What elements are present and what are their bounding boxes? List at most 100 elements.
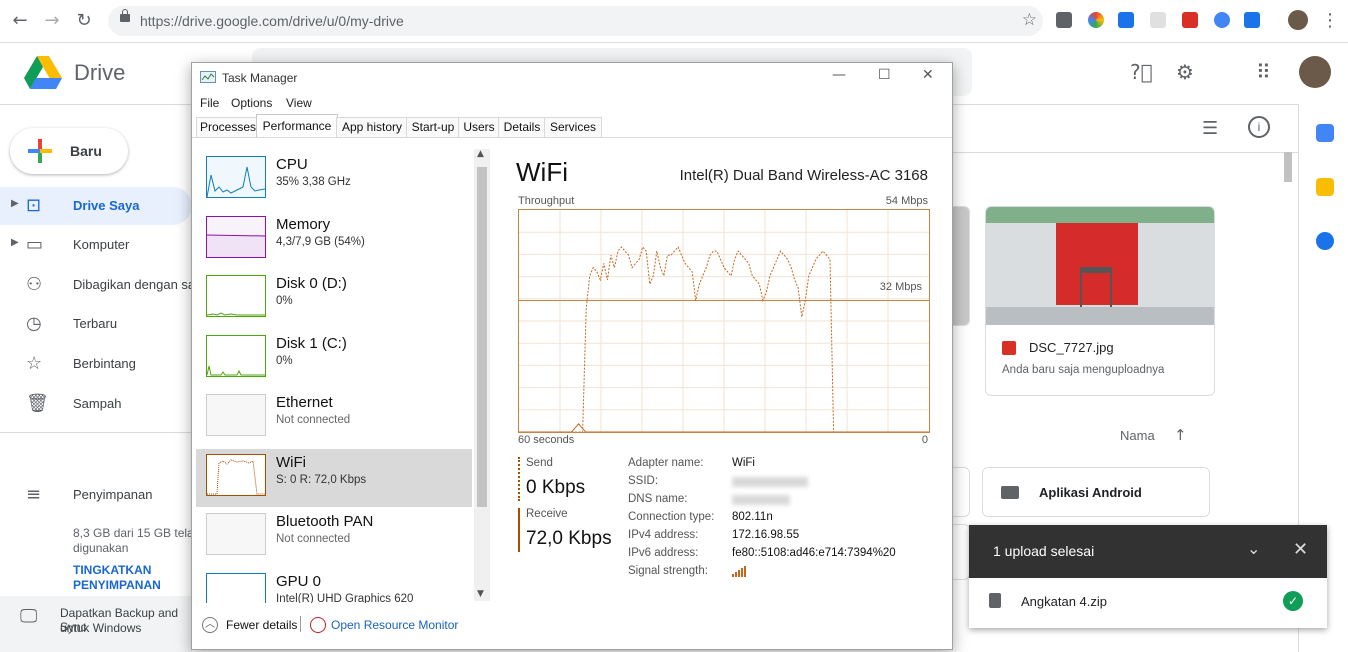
- tab-details[interactable]: Details: [498, 117, 546, 137]
- graph-time-label: 60 seconds: [518, 434, 575, 446]
- resource-ethernet[interactable]: Ethernet Not connected: [196, 389, 472, 447]
- keep-icon[interactable]: [1316, 178, 1334, 196]
- menu-file[interactable]: File: [200, 96, 219, 110]
- info-icon[interactable]: i: [1248, 116, 1270, 138]
- list-view-icon[interactable]: ☰: [1202, 118, 1218, 139]
- menu-options[interactable]: Options: [231, 96, 272, 110]
- resource-bluetooth[interactable]: Bluetooth PAN Not connected: [196, 508, 472, 566]
- gear-icon[interactable]: ⚙: [1176, 60, 1194, 84]
- nav-item-starred[interactable]: ☆ Berbintang: [0, 345, 192, 383]
- resource-name: Memory: [276, 216, 331, 233]
- profile-avatar[interactable]: [1288, 10, 1308, 30]
- scroll-up-icon[interactable]: ▲: [477, 149, 484, 159]
- upgrade-storage-link[interactable]: TINGKATKAN: [73, 563, 151, 577]
- backup-promo[interactable]: 🖵 Dapatkan Backup and Sync untuk Windows: [0, 596, 192, 652]
- nav-item-computers[interactable]: ▶ ▭ Komputer: [0, 226, 192, 264]
- resource-wifi[interactable]: WiFi S: 0 R: 72,0 Kbps: [196, 449, 472, 507]
- resource-list-scrollbar[interactable]: ▲ ▼: [474, 149, 490, 601]
- avatar[interactable]: [1299, 56, 1331, 88]
- shared-people-icon: ⚇: [26, 274, 43, 295]
- extension-icon[interactable]: [1088, 12, 1104, 28]
- resource-value: Not connected: [276, 414, 351, 426]
- sort-arrow-up-icon[interactable]: ↑: [1174, 426, 1187, 444]
- address-bar[interactable]: https://drive.google.com/drive/u/0/my-dr…: [108, 6, 1043, 36]
- tab-users[interactable]: Users: [458, 117, 500, 137]
- send-marker: [518, 457, 520, 501]
- resource-value: S: 0 R: 72,0 Kbps: [276, 474, 367, 486]
- chevron-up-icon[interactable]: ︿: [202, 617, 218, 633]
- resource-name: WiFi: [276, 454, 306, 471]
- extension-icon[interactable]: [1150, 12, 1166, 28]
- nav-item-trash[interactable]: 🗑 Sampah: [0, 385, 192, 423]
- minimize-icon[interactable]: —: [832, 67, 846, 83]
- help-icon[interactable]: ?⃝: [1130, 60, 1153, 84]
- resource-cpu[interactable]: CPU 35% 3,38 GHz: [196, 151, 472, 209]
- folder-icon: [1001, 486, 1019, 499]
- scroll-thumb[interactable]: [477, 167, 487, 507]
- close-icon[interactable]: ✕: [1293, 539, 1308, 560]
- nav-divider: [0, 432, 192, 433]
- wifi-mini-graph: [206, 454, 266, 496]
- prop-value: 802.11n: [732, 511, 773, 523]
- file-subtitle: Anda baru saja menguploadnya: [1002, 364, 1165, 376]
- back-arrow-icon[interactable]: ←: [8, 9, 32, 33]
- expand-arrow-icon[interactable]: ▶: [11, 237, 19, 248]
- receive-value: 72,0 Kbps: [526, 528, 612, 549]
- resource-memory[interactable]: Memory 4,3/7,9 GB (54%): [196, 211, 472, 269]
- resource-gpu[interactable]: GPU 0 Intel(R) UHD Graphics 620: [196, 568, 472, 603]
- extension-icon[interactable]: [1182, 12, 1198, 28]
- new-button[interactable]: Baru: [10, 128, 128, 174]
- tab-services[interactable]: Services: [544, 117, 602, 137]
- resource-disk0[interactable]: Disk 0 (D:) 0%: [196, 270, 472, 328]
- nav-item-shared[interactable]: ⚇ Dibagikan dengan saya: [0, 266, 192, 304]
- nav-label: Komputer: [73, 237, 130, 252]
- nav-item-my-drive[interactable]: ▶ ⊡ Drive Saya: [0, 187, 192, 225]
- forward-arrow-icon[interactable]: →: [40, 9, 64, 33]
- folder-card-partial[interactable]: [952, 467, 970, 517]
- content-scrollbar[interactable]: [1284, 152, 1292, 182]
- resource-value: 0%: [276, 355, 293, 367]
- extension-icon[interactable]: [1214, 12, 1230, 28]
- scroll-down-icon[interactable]: ▼: [477, 589, 484, 599]
- nav-item-storage[interactable]: ≡ Penyimpanan: [0, 476, 192, 514]
- folder-card[interactable]: Aplikasi Android: [982, 467, 1210, 517]
- tab-processes[interactable]: Processes: [196, 117, 258, 137]
- apps-grid-icon[interactable]: ⠿: [1256, 60, 1271, 84]
- menu-dots-icon[interactable]: ⋮: [1318, 9, 1342, 33]
- prop-key: IPv4 address:: [628, 529, 699, 541]
- menu-view[interactable]: View: [286, 96, 312, 110]
- close-window-icon[interactable]: ✕: [922, 67, 934, 83]
- receive-label: Receive: [526, 508, 568, 520]
- collapse-chevron-icon[interactable]: ⌄: [1247, 539, 1260, 558]
- extension-icon[interactable]: [1056, 12, 1072, 28]
- bookmark-star-icon[interactable]: ☆: [1022, 10, 1037, 30]
- prop-key: Connection type:: [628, 511, 715, 523]
- resource-name: Ethernet: [276, 394, 333, 411]
- reload-icon[interactable]: ↻: [72, 9, 96, 33]
- tab-performance[interactable]: Performance: [256, 114, 338, 138]
- file-card-partial[interactable]: [952, 206, 970, 326]
- resource-disk1[interactable]: Disk 1 (C:) 0%: [196, 330, 472, 388]
- fewer-details-link[interactable]: Fewer details: [226, 618, 297, 632]
- maximize-icon[interactable]: ☐: [878, 67, 891, 83]
- graph-zero-label: 0: [921, 434, 928, 446]
- expand-arrow-icon[interactable]: ▶: [11, 198, 19, 209]
- calendar-icon[interactable]: [1316, 124, 1334, 142]
- extension-icon[interactable]: [1244, 12, 1260, 28]
- nav-item-recent[interactable]: ◷ Terbaru: [0, 305, 192, 343]
- folder-card-partial[interactable]: [952, 524, 970, 580]
- upgrade-storage-link[interactable]: PENYIMPANAN: [73, 578, 161, 592]
- file-card[interactable]: DSC_7727.jpg Anda baru saja menguploadny…: [985, 206, 1215, 396]
- extension-icon[interactable]: [1118, 12, 1134, 28]
- resource-value: 4,3/7,9 GB (54%): [276, 236, 365, 248]
- image-file-icon: [1002, 341, 1016, 355]
- sort-label[interactable]: Nama: [1120, 428, 1155, 443]
- tab-app-history[interactable]: App history: [336, 117, 408, 137]
- resource-name: GPU 0: [276, 573, 322, 590]
- prop-key: DNS name:: [628, 493, 688, 505]
- tasks-icon[interactable]: [1316, 232, 1334, 250]
- prop-value: WiFi: [732, 457, 755, 469]
- throughput-chart: [518, 209, 930, 433]
- tab-startup[interactable]: Start-up: [406, 117, 460, 137]
- open-resource-monitor-link[interactable]: Open Resource Monitor: [331, 618, 458, 632]
